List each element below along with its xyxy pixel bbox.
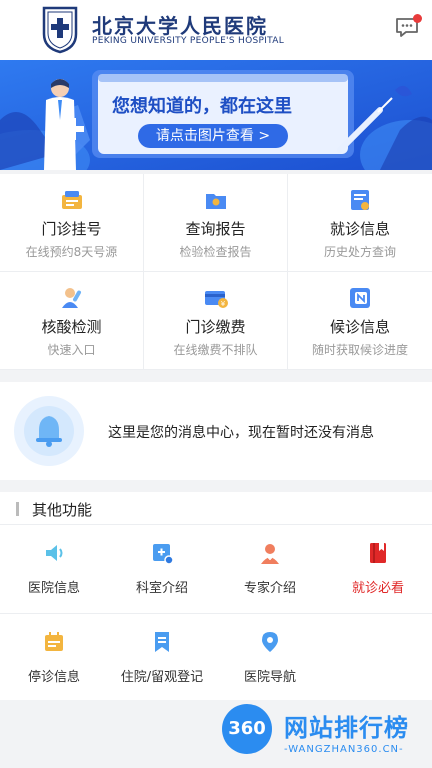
function-label: 住院/留观登记: [120, 670, 204, 685]
speaker-icon: [46, 545, 63, 561]
service-waiting-info[interactable]: 候诊信息 随时获取候诊进度: [288, 272, 432, 370]
function-inpatient[interactable]: 住院/留观登记: [108, 614, 216, 702]
message-center[interactable]: 这里是您的消息中心，现在暂时还没有消息: [0, 382, 432, 480]
service-subtitle: 历史处方查询: [323, 245, 396, 259]
banner-title: 您想知道的，都在这里: [112, 96, 292, 117]
function-row: 停诊信息 住院/留观登记 医院导航: [0, 614, 432, 702]
registration-icon: [61, 191, 82, 209]
service-nucleic-test[interactable]: 核酸检测 快速入口: [0, 272, 144, 370]
payment-icon: ¥: [204, 291, 228, 308]
report-icon: [205, 194, 226, 209]
hospital-emblem-icon: [42, 6, 78, 54]
function-suspension[interactable]: 停诊信息: [0, 614, 108, 702]
section-marker: [16, 502, 19, 516]
watermark-domain: -WANGZHAN360.CN-: [284, 744, 404, 755]
service-subtitle: 检验检查报告: [179, 245, 252, 259]
service-subtitle: 随时获取候诊进度: [311, 343, 408, 357]
function-label: 专家介绍: [243, 581, 296, 596]
unread-dot: [413, 14, 422, 23]
function-row: 医院信息 科室介绍 专家介绍 就诊必看: [0, 525, 432, 614]
bell-icon: [36, 416, 62, 447]
app-header: 北京大学人民医院 PEKING UNIVERSITY PEOPLE'S HOSP…: [0, 0, 432, 60]
service-grid: 门诊挂号 在线预约8天号源 查询报告 检验检查报告 就诊信息 历史处方查询 核酸…: [0, 174, 432, 370]
service-payment[interactable]: ¥ 门诊缴费 在线缴费不排队: [144, 272, 288, 370]
function-expert[interactable]: 专家介绍: [216, 525, 324, 613]
function-hospital-info[interactable]: 医院信息: [0, 525, 108, 613]
service-visit-info[interactable]: 就诊信息 历史处方查询: [288, 174, 432, 272]
service-title: 门诊挂号: [41, 220, 102, 238]
function-department[interactable]: 科室介绍: [108, 525, 216, 613]
service-report[interactable]: 查询报告 检验检查报告: [144, 174, 288, 272]
service-registration[interactable]: 门诊挂号 在线预约8天号源: [0, 174, 144, 272]
bookmark-icon: [155, 632, 169, 652]
bell-badge: [14, 396, 84, 466]
watermark-badge: 360: [222, 704, 272, 754]
hospital-name-en: PEKING UNIVERSITY PEOPLE'S HOSPITAL: [92, 36, 285, 46]
svg-text:¥: ¥: [220, 300, 225, 308]
section-header: 其他功能: [0, 492, 432, 525]
service-subtitle: 在线缴费不排队: [173, 343, 258, 357]
promo-banner[interactable]: 您想知道的，都在这里 请点击图片查看 >: [0, 60, 432, 170]
banner-view-button[interactable]: 请点击图片查看 >: [138, 124, 288, 148]
service-title: 查询报告: [185, 220, 246, 238]
waiting-info-icon: [350, 288, 370, 308]
nucleic-test-icon: [61, 288, 81, 308]
visit-info-icon: [351, 190, 369, 210]
service-title: 候诊信息: [329, 318, 390, 336]
section-title: 其他功能: [32, 501, 93, 519]
other-functions: 其他功能 医院信息 科室介绍 专家介绍 就诊必看 停诊信息 住院/留观登记 医院…: [0, 492, 432, 700]
service-title: 核酸检测: [41, 318, 102, 336]
location-pin-icon: [262, 632, 278, 652]
service-title: 就诊信息: [329, 220, 390, 238]
service-subtitle: 快速入口: [47, 343, 96, 357]
service-title: 门诊缴费: [185, 318, 246, 336]
book-icon: [370, 543, 386, 563]
function-label: 医院信息: [27, 581, 80, 596]
watermark-text: 网站排行榜: [284, 714, 409, 742]
doctor-icon: [261, 544, 279, 564]
watermark: 360 网站排行榜 -WANGZHAN360.CN-: [218, 700, 432, 768]
function-label: 停诊信息: [27, 670, 80, 685]
calendar-icon: [45, 632, 63, 651]
function-navigation[interactable]: 医院导航: [216, 614, 324, 702]
service-subtitle: 在线预约8天号源: [25, 245, 118, 259]
message-center-text: 这里是您的消息中心，现在暂时还没有消息: [108, 425, 374, 441]
function-must-read[interactable]: 就诊必看: [324, 525, 432, 613]
function-label: 医院导航: [243, 670, 296, 685]
function-label: 就诊必看: [351, 581, 404, 596]
hospital-name: 北京大学人民医院: [92, 14, 268, 38]
department-icon: [153, 544, 174, 565]
function-label: 科室介绍: [135, 581, 188, 596]
